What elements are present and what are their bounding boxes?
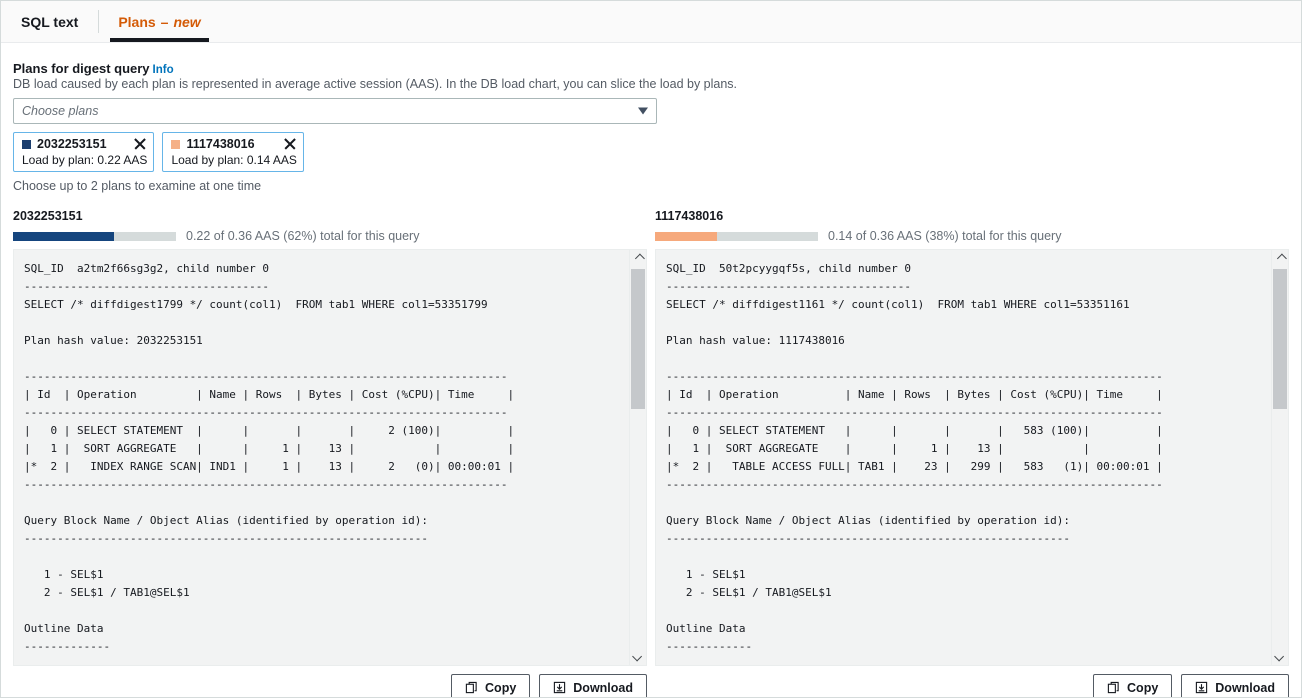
plan-load-bar-fill xyxy=(655,232,717,241)
tab-plans-label: Plans xyxy=(118,14,155,30)
selection-hint: Choose up to 2 plans to examine at one t… xyxy=(13,179,1289,193)
plan-color-swatch xyxy=(171,140,180,149)
scrollbar-trough[interactable] xyxy=(1272,267,1288,648)
plan-comparison-columns: 2032253151 0.22 of 0.36 AAS (62%) total … xyxy=(13,209,1289,698)
plan-action-buttons: Copy Download xyxy=(655,666,1289,698)
plan-chip-load: Load by plan: 0.14 AAS xyxy=(171,153,296,167)
copy-icon xyxy=(1107,681,1120,694)
info-link[interactable]: Info xyxy=(153,64,174,76)
download-button[interactable]: Download xyxy=(1181,674,1289,698)
plan-color-swatch xyxy=(22,140,31,149)
plan-column-title: 2032253151 xyxy=(13,209,647,223)
scrollbar-thumb[interactable] xyxy=(631,269,645,409)
plan-chip-id: 1117438016 xyxy=(186,137,262,151)
selected-plan-chips: 2032253151 Load by plan: 0.22 AAS 111743… xyxy=(13,132,1289,172)
download-icon xyxy=(1195,681,1208,694)
plan-action-buttons: Copy Download xyxy=(13,666,647,698)
chevron-down-icon[interactable] xyxy=(630,648,647,665)
scrollbar-thumb[interactable] xyxy=(1273,269,1287,409)
vertical-scrollbar[interactable] xyxy=(1271,250,1288,665)
scrollbar-trough[interactable] xyxy=(630,267,646,648)
plan-code-panel: SQL_ID 50t2pcyygqf5s, child number 0 ---… xyxy=(655,249,1289,666)
close-icon[interactable] xyxy=(133,137,147,151)
section-description: DB load caused by each plan is represent… xyxy=(13,77,1289,91)
download-button-label: Download xyxy=(1215,681,1275,695)
plan-column-left: 2032253151 0.22 of 0.36 AAS (62%) total … xyxy=(13,209,647,698)
plans-comparison-page: SQL text Plans – new Plans for digest qu… xyxy=(0,0,1302,698)
download-button[interactable]: Download xyxy=(539,674,647,698)
choose-plans-placeholder: Choose plans xyxy=(22,104,98,118)
tab-plans-new-badge: new xyxy=(173,14,200,30)
plan-chip-header: 1117438016 xyxy=(171,137,296,151)
copy-button-label: Copy xyxy=(485,681,516,695)
download-icon xyxy=(553,681,566,694)
plan-load-bar-row: 0.14 of 0.36 AAS (38%) total for this qu… xyxy=(655,229,1289,243)
plan-chip-2032253151[interactable]: 2032253151 Load by plan: 0.22 AAS xyxy=(13,132,154,172)
chevron-up-icon[interactable] xyxy=(1272,250,1289,267)
tab-sql-text[interactable]: SQL text xyxy=(1,1,98,42)
tab-bar: SQL text Plans – new xyxy=(1,1,1301,43)
plan-column-right: 1117438016 0.14 of 0.36 AAS (38%) total … xyxy=(655,209,1289,698)
plan-load-bar-label: 0.14 of 0.36 AAS (38%) total for this qu… xyxy=(828,229,1061,243)
plan-chip-1117438016[interactable]: 1117438016 Load by plan: 0.14 AAS xyxy=(162,132,303,172)
plan-load-bar-fill xyxy=(13,232,114,241)
chevron-down-icon[interactable] xyxy=(1272,648,1289,665)
page-title: Plans for digest queryInfo xyxy=(13,61,1289,76)
plan-code-text[interactable]: SQL_ID 50t2pcyygqf5s, child number 0 ---… xyxy=(656,250,1270,665)
plan-load-bar-row: 0.22 of 0.36 AAS (62%) total for this qu… xyxy=(13,229,647,243)
tab-sql-text-label: SQL text xyxy=(21,14,78,30)
copy-button[interactable]: Copy xyxy=(1093,674,1172,698)
main-content: Plans for digest queryInfo DB load cause… xyxy=(1,43,1301,698)
copy-button-label: Copy xyxy=(1127,681,1158,695)
tab-plans-dash: – xyxy=(161,14,169,30)
vertical-scrollbar[interactable] xyxy=(629,250,646,665)
close-icon[interactable] xyxy=(283,137,297,151)
plan-code-text[interactable]: SQL_ID a2tm2f66sg3g2, child number 0 ---… xyxy=(14,250,628,665)
chevron-down-icon[interactable] xyxy=(638,108,648,115)
tab-plans[interactable]: Plans – new xyxy=(98,1,220,42)
copy-button[interactable]: Copy xyxy=(451,674,530,698)
plan-load-bar-label: 0.22 of 0.36 AAS (62%) total for this qu… xyxy=(186,229,419,243)
plan-code-panel: SQL_ID a2tm2f66sg3g2, child number 0 ---… xyxy=(13,249,647,666)
plan-chip-header: 2032253151 xyxy=(22,137,147,151)
download-button-label: Download xyxy=(573,681,633,695)
copy-icon xyxy=(465,681,478,694)
plan-column-title: 1117438016 xyxy=(655,209,1289,223)
plan-chip-id: 2032253151 xyxy=(37,137,113,151)
choose-plans-combobox[interactable]: Choose plans xyxy=(13,98,657,124)
plan-load-bar-track xyxy=(13,232,176,241)
chevron-up-icon[interactable] xyxy=(630,250,647,267)
plan-chip-load: Load by plan: 0.22 AAS xyxy=(22,153,147,167)
plan-load-bar-track xyxy=(655,232,818,241)
page-title-text: Plans for digest query xyxy=(13,61,150,76)
